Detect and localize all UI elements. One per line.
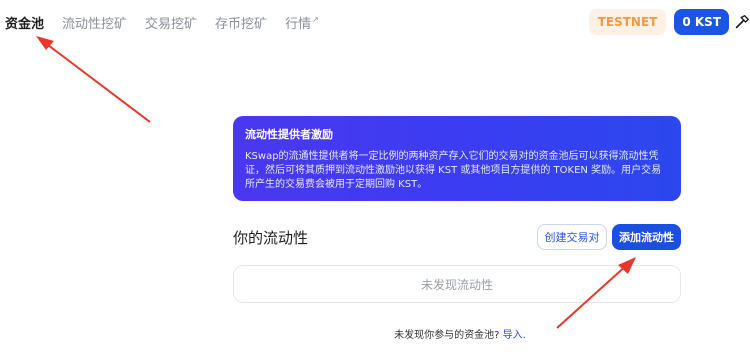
create-pair-button[interactable]: 创建交易对: [537, 224, 607, 250]
kst-balance-button[interactable]: 0 KST: [674, 9, 729, 35]
info-card-body: KSwap的流通性提供者将一定比例的两种资产存入它们的交易对的资金池后可以获得流…: [245, 151, 662, 190]
hammer-icon[interactable]: [734, 9, 750, 35]
nav-item-trade-mining[interactable]: 交易挖矿: [145, 13, 197, 32]
external-link-icon: ↗: [312, 15, 319, 25]
info-card-title: 流动性提供者激励: [245, 128, 333, 141]
add-liquidity-button[interactable]: 添加流动性: [612, 224, 681, 250]
nav-item-deposit-mining[interactable]: 存币挖矿: [215, 13, 267, 32]
nav-item-liquidity-mining[interactable]: 流动性挖矿: [62, 13, 127, 32]
import-link[interactable]: 导入: [503, 330, 523, 341]
import-prompt-text: 未发现你参与的资金池?: [394, 330, 500, 341]
top-navigation: 资金池 流动性挖矿 交易挖矿 存币挖矿 行情↗ TESTNET 0 KST: [0, 0, 750, 44]
liquidity-empty-state: 未发现流动性: [233, 265, 681, 303]
empty-state-text: 未发现流动性: [420, 277, 493, 292]
nav-right-group: TESTNET 0 KST: [588, 9, 750, 35]
import-period: .: [522, 330, 526, 341]
nav-item-market-label: 行情: [285, 16, 312, 32]
import-pool-prompt: 未发现你参与的资金池? 导入.: [0, 326, 750, 341]
annotation-arrow-to-pool: [36, 36, 151, 123]
nav-item-pool[interactable]: 资金池: [5, 13, 44, 32]
your-liquidity-title: 你的流动性: [233, 229, 309, 247]
testnet-badge: TESTNET: [588, 9, 667, 35]
nav-item-market[interactable]: 行情↗: [285, 13, 319, 32]
liquidity-provider-info-card: 流动性提供者激励 KSwap的流通性提供者将一定比例的两种资产存入它们的交易对的…: [233, 116, 681, 201]
